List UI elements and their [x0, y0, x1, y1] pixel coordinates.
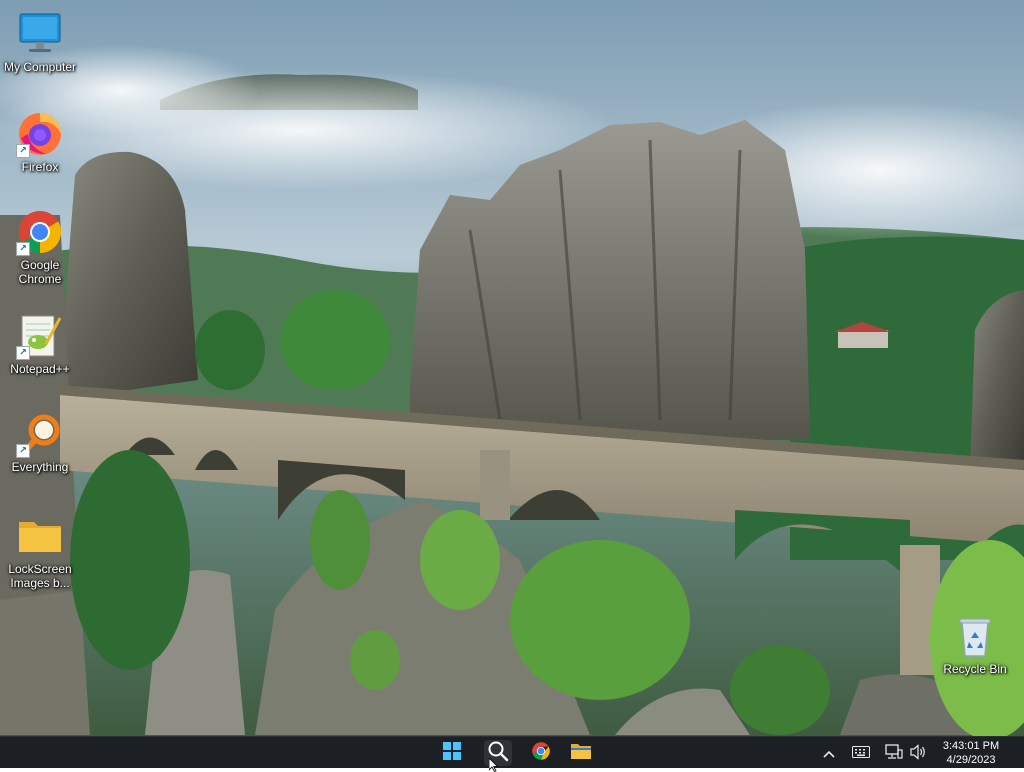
show-hidden-icons-button[interactable] — [820, 743, 838, 763]
network-icon — [885, 743, 903, 763]
taskbar: 3:43:01 PM 4/29/2023 — [0, 736, 1024, 768]
shortcut-arrow-icon: ↗ — [16, 242, 30, 256]
desktop-icon-lockscreen-folder[interactable]: LockScreen Images b... — [0, 512, 80, 590]
notepadpp-icon: ↗ — [16, 312, 64, 360]
desktop-icon-label: Everything — [11, 460, 69, 474]
shortcut-arrow-icon: ↗ — [16, 444, 30, 458]
clock-date: 4/29/2023 — [946, 754, 996, 766]
desktop-icon-label: Notepad++ — [10, 362, 70, 376]
keyboard-icon — [852, 745, 870, 761]
desktop-icon-everything[interactable]: ↗ Everything — [0, 410, 80, 474]
monitor-icon — [16, 10, 64, 58]
start-button[interactable] — [438, 740, 466, 766]
chevron-up-icon — [823, 746, 835, 761]
desktop-wallpaper — [0, 0, 1024, 736]
desktop-icon-label: Firefox — [21, 160, 59, 174]
windows-start-icon — [442, 741, 462, 766]
volume-icon — [909, 743, 927, 763]
network-button[interactable] — [884, 743, 904, 763]
chrome-icon: ↗ — [16, 208, 64, 256]
clock-time: 3:43:01 PM — [942, 740, 1000, 752]
recycle-bin-icon — [951, 612, 999, 660]
desktop-icon-label: Recycle Bin — [943, 662, 1007, 676]
desktop-icon-firefox[interactable]: ↗ Firefox — [0, 110, 80, 174]
file-explorer-icon — [570, 741, 592, 766]
chrome-icon — [531, 741, 551, 766]
desktop-icon-notepadpp[interactable]: ↗ Notepad++ — [0, 312, 80, 376]
keyboard-input-button[interactable] — [851, 743, 871, 763]
desktop-icon-label: LockScreen Images b... — [8, 562, 72, 590]
desktop-icon-recycle-bin[interactable]: Recycle Bin — [935, 612, 1015, 676]
desktop-icon-google-chrome[interactable]: ↗ Google Chrome — [0, 208, 80, 286]
folder-icon — [16, 512, 64, 560]
desktop-icon-my-computer[interactable]: My Computer — [0, 10, 80, 74]
desktop-icon-label: My Computer — [3, 60, 77, 74]
firefox-icon: ↗ — [16, 110, 64, 158]
desktop-icon-label: Google Chrome — [18, 258, 62, 286]
volume-button[interactable] — [908, 743, 928, 763]
clock-button[interactable]: 3:43:01 PM 4/29/2023 — [936, 739, 1006, 767]
shortcut-arrow-icon: ↗ — [16, 144, 30, 158]
taskbar-chrome-button[interactable] — [527, 740, 555, 766]
shortcut-arrow-icon: ↗ — [16, 346, 30, 360]
search-magnifier-icon: ↗ — [16, 410, 64, 458]
taskbar-file-explorer-button[interactable] — [567, 740, 595, 766]
